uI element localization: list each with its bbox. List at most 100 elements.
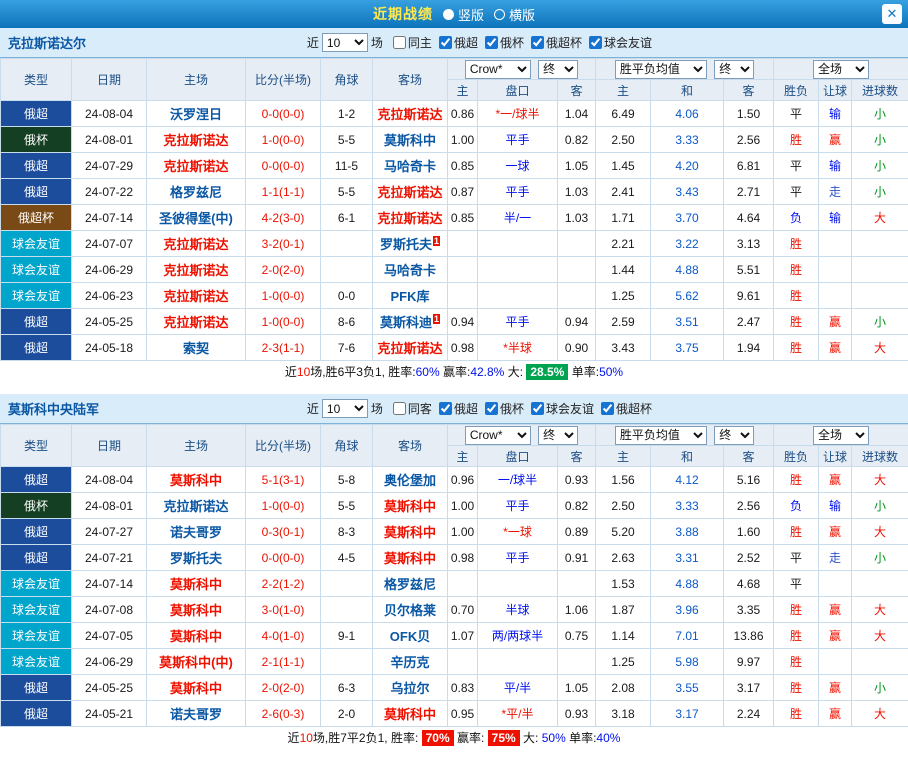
league-checkbox[interactable]	[485, 402, 498, 415]
radio-unselected-icon	[494, 9, 505, 20]
team-text: 罗斯托夫	[170, 551, 222, 566]
handicap-away-odds-cell	[558, 649, 596, 675]
avg-home-odds-cell: 1.44	[596, 257, 651, 283]
avg-final-select[interactable]: 终	[714, 426, 754, 445]
score-cell: 1-0(0-0)	[246, 283, 321, 309]
league-filter[interactable]: 球会友谊	[582, 34, 652, 51]
result-cell: 胜	[774, 597, 819, 623]
team-text: PFK库	[390, 289, 429, 304]
handicap-home-odds-cell: 0.95	[448, 701, 478, 727]
goals-result-cell: 小	[852, 309, 908, 335]
scope-controls: 全场	[774, 59, 908, 80]
corner-cell	[321, 257, 373, 283]
radio-selected-icon	[443, 9, 454, 20]
same-venue-checkbox[interactable]	[393, 402, 406, 415]
dialog-title: 近期战绩	[373, 4, 433, 24]
team-text: 奥伦堡加	[384, 473, 436, 488]
same-venue-filter[interactable]: 同主	[386, 34, 432, 51]
result-cell: 平	[774, 179, 819, 205]
result-cell: 胜	[774, 283, 819, 309]
summary-segment: 近	[285, 365, 297, 379]
col-away: 客场	[373, 59, 448, 101]
date-cell: 24-07-27	[72, 519, 147, 545]
layout-horizontal-option[interactable]: 横版	[494, 5, 535, 24]
avg-draw-odds-cell: 3.33	[651, 493, 724, 519]
odds-source-select[interactable]: Crow*	[465, 60, 531, 79]
away-team-cell: 莫斯科中	[373, 519, 448, 545]
match-row: 球会友谊24-06-29莫斯科中(中)2-1(1-1)辛历克1.255.989.…	[1, 649, 908, 675]
team-text: 克拉斯诺达	[163, 159, 228, 174]
team-text: 克拉斯诺达	[163, 133, 228, 148]
col-handicap-result: 让球	[819, 80, 852, 101]
away-team-cell: 莫斯科中	[373, 545, 448, 571]
league-filter[interactable]: 球会友谊	[524, 400, 594, 417]
league-type-cell: 球会友谊	[1, 597, 72, 623]
league-filter-label: 球会友谊	[604, 34, 652, 51]
col-avg-draw: 和	[651, 446, 724, 467]
avg-type-select[interactable]: 胜平负均值	[615, 60, 707, 79]
col-avg-home: 主	[596, 446, 651, 467]
league-type-cell: 俄杯	[1, 493, 72, 519]
handicap-final-select[interactable]: 终	[538, 60, 578, 79]
avg-away-odds-cell: 2.56	[724, 493, 774, 519]
same-venue-checkbox[interactable]	[393, 36, 406, 49]
close-icon[interactable]: ✕	[882, 4, 902, 24]
summary-segment: 50%	[542, 731, 566, 745]
near-count-select[interactable]: 10	[322, 33, 368, 52]
avg-draw-odds-cell: 3.31	[651, 545, 724, 571]
handicap-line-cell: 一球	[478, 153, 558, 179]
away-team-cell: 贝尔格莱	[373, 597, 448, 623]
league-filter[interactable]: 俄超杯	[524, 34, 582, 51]
league-checkbox[interactable]	[531, 402, 544, 415]
avg-final-select[interactable]: 终	[714, 60, 754, 79]
handicap-line-cell: *一球	[478, 519, 558, 545]
near-count-select[interactable]: 10	[322, 399, 368, 418]
handicap-final-select[interactable]: 终	[538, 426, 578, 445]
corner-cell	[321, 649, 373, 675]
team-text: 贝尔格莱	[384, 603, 436, 618]
avg-home-odds-cell: 6.49	[596, 101, 651, 127]
league-type-cell: 俄超	[1, 179, 72, 205]
result-cell: 胜	[774, 127, 819, 153]
league-checkbox[interactable]	[439, 36, 452, 49]
handicap-result-cell: 赢	[819, 675, 852, 701]
league-checkbox[interactable]	[589, 36, 602, 49]
avg-away-odds-cell: 2.56	[724, 127, 774, 153]
handicap-line-cell: 半/一	[478, 205, 558, 231]
handicap-line-cell: 平手	[478, 179, 558, 205]
avg-type-select[interactable]: 胜平负均值	[615, 426, 707, 445]
scope-select[interactable]: 全场	[813, 60, 869, 79]
league-checkbox[interactable]	[531, 36, 544, 49]
league-filter[interactable]: 俄杯	[478, 34, 524, 51]
league-type-cell: 俄超	[1, 309, 72, 335]
col-handicap-away: 客	[558, 80, 596, 101]
league-filter-label: 俄超	[454, 34, 478, 51]
layout-vertical-option[interactable]: 竖版	[443, 5, 484, 24]
match-row: 球会友谊24-06-29克拉斯诺达2-0(2-0)马哈奇卡1.444.885.5…	[1, 257, 908, 283]
league-filter[interactable]: 俄杯	[478, 400, 524, 417]
avg-home-odds-cell: 2.63	[596, 545, 651, 571]
team-text: 莫斯科中	[170, 603, 222, 618]
scope-select[interactable]: 全场	[813, 426, 869, 445]
league-filter[interactable]: 俄超杯	[594, 400, 652, 417]
handicap-home-odds-cell	[448, 283, 478, 309]
league-filter[interactable]: 俄超	[432, 34, 478, 51]
date-cell: 24-07-21	[72, 545, 147, 571]
handicap-result-cell: 赢	[819, 597, 852, 623]
team-text: 马哈奇卡	[384, 263, 436, 278]
same-venue-filter[interactable]: 同客	[386, 400, 432, 417]
col-handicap-line: 盘口	[478, 446, 558, 467]
odds-source-select[interactable]: Crow*	[465, 426, 531, 445]
result-cell: 胜	[774, 231, 819, 257]
league-checkbox[interactable]	[439, 402, 452, 415]
col-result: 胜负	[774, 446, 819, 467]
col-goals: 进球数	[852, 80, 908, 101]
handicap-away-odds-cell: 1.06	[558, 597, 596, 623]
handicap-home-odds-cell: 0.85	[448, 153, 478, 179]
league-checkbox[interactable]	[601, 402, 614, 415]
match-row: 俄杯24-08-01克拉斯诺达1-0(0-0)5-5莫斯科中1.00平手0.82…	[1, 127, 908, 153]
team-text: 圣彼得堡(中)	[159, 211, 233, 226]
summary-segment: 单率:	[566, 731, 597, 745]
league-checkbox[interactable]	[485, 36, 498, 49]
league-filter[interactable]: 俄超	[432, 400, 478, 417]
